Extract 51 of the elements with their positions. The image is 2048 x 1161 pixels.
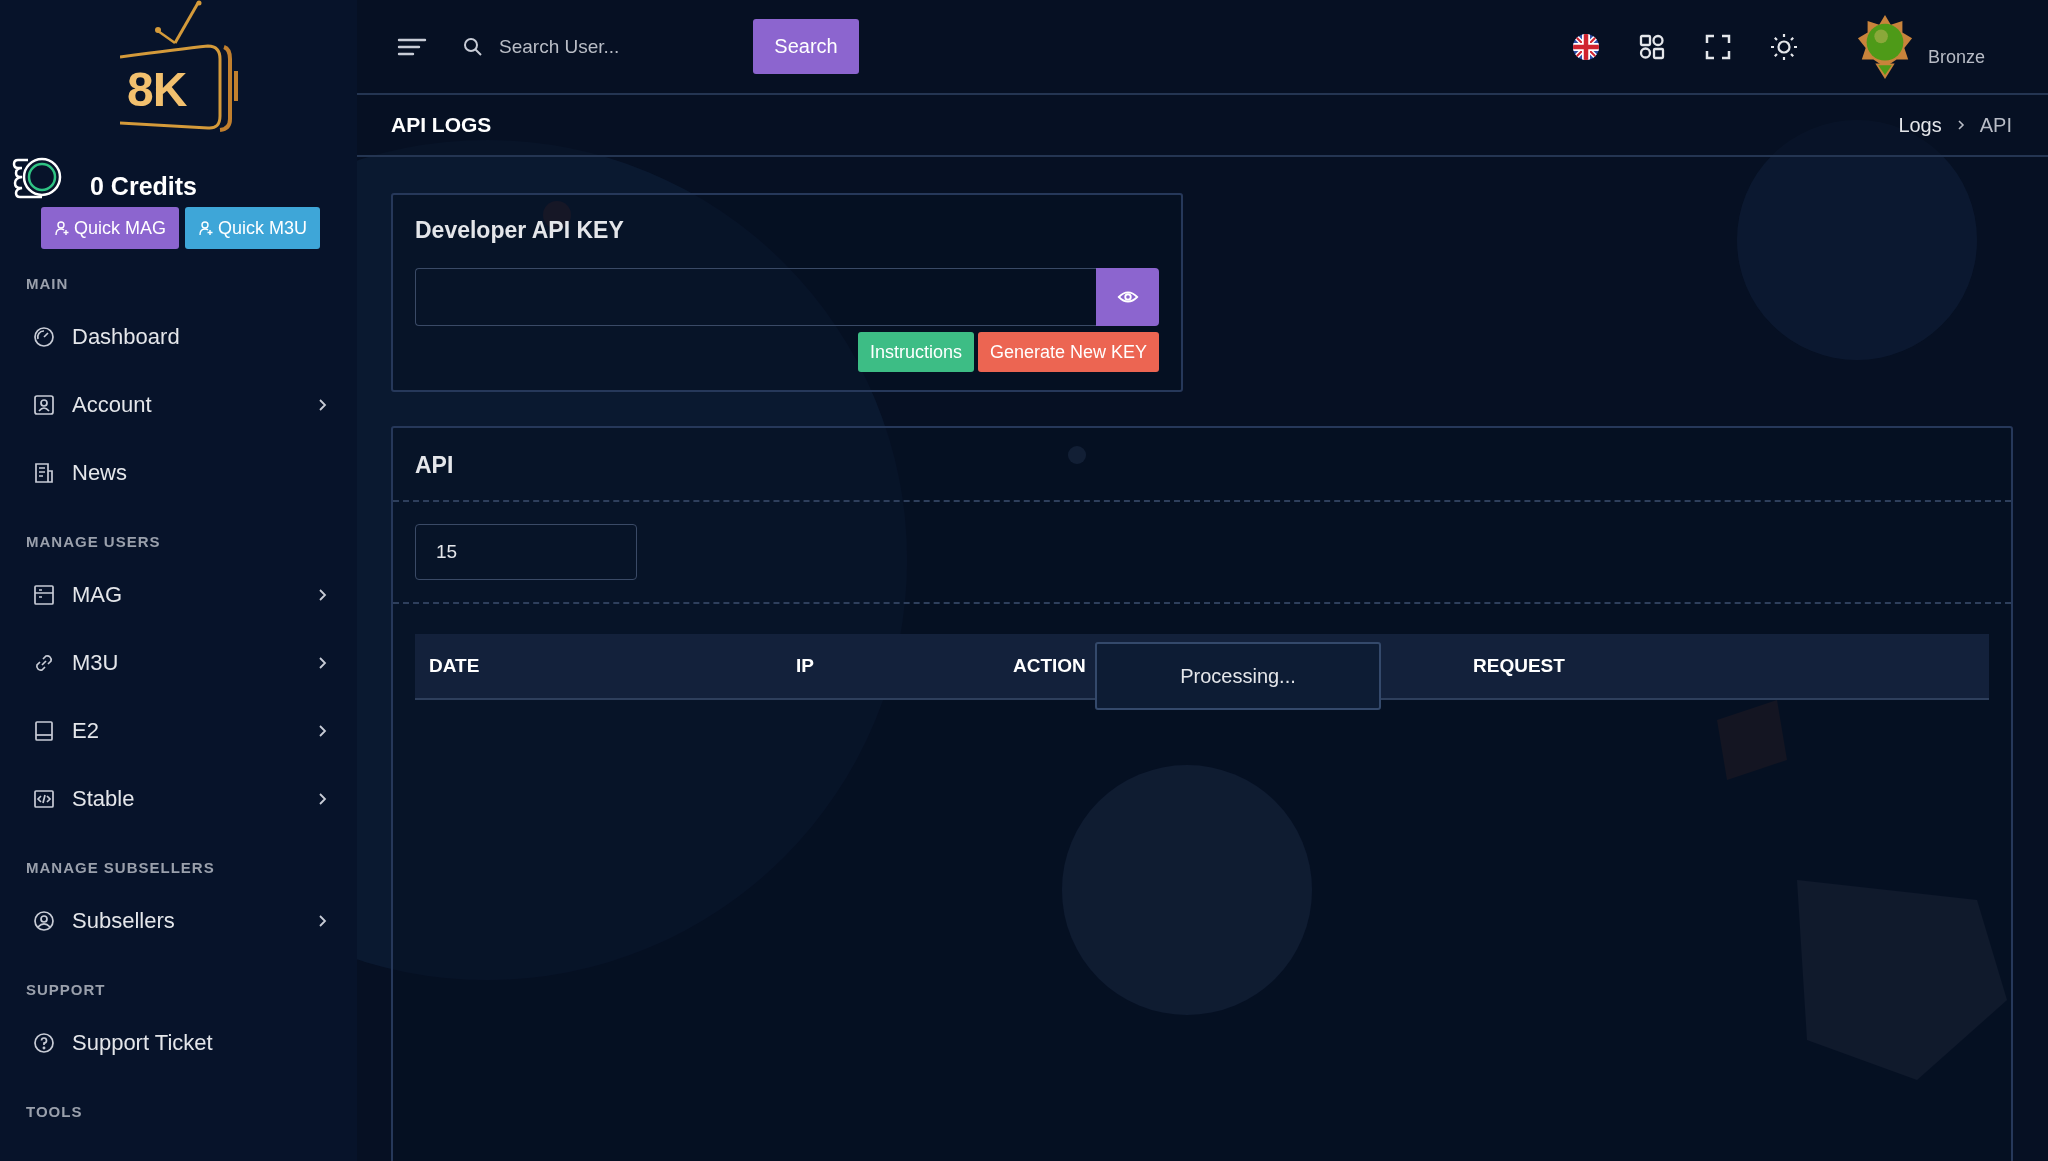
section-heading: TOOLS — [25, 1102, 84, 1122]
sidebar-item[interactable]: Subsellers — [0, 887, 357, 955]
section-heading: MANAGE USERS — [25, 532, 162, 552]
sidebar-item[interactable]: Stable — [0, 765, 357, 833]
sidebar-item[interactable]: Support Ticket — [0, 1009, 357, 1077]
credits-balance: 0 Credits — [90, 172, 197, 201]
column-header[interactable]: REQUEST — [1473, 655, 1565, 676]
menu-icon[interactable] — [397, 36, 427, 57]
column-header[interactable]: IP — [796, 655, 814, 676]
tv-logo-icon — [120, 0, 240, 132]
column-header[interactable]: ACTION — [1013, 655, 1086, 676]
add-user-icon — [198, 220, 214, 236]
sidebar-item[interactable]: MAG — [0, 561, 357, 629]
search-button[interactable]: Search — [753, 19, 859, 74]
section-heading: SUPPORT — [25, 980, 107, 1000]
code-icon — [32, 787, 56, 811]
doc-icon — [32, 461, 56, 485]
sidebar-item[interactable]: M3U — [0, 629, 357, 697]
search-icon — [463, 36, 483, 57]
section-heading: MAIN — [25, 274, 70, 294]
page-title: API LOGS — [391, 113, 492, 137]
monitor-icon — [32, 719, 56, 743]
card-title: API — [414, 451, 455, 480]
coins-icon — [12, 155, 62, 200]
sidebar-item[interactable]: Dashboard — [0, 303, 357, 371]
logo-text: 8K — [127, 62, 187, 117]
column-header[interactable]: DATE — [429, 655, 480, 676]
search-field[interactable]: Search User... — [497, 34, 741, 59]
card-title: Developer API KEY — [415, 217, 625, 244]
flag-icon[interactable] — [1572, 32, 1600, 61]
sidebar-item[interactable]: E2 — [0, 697, 357, 765]
gauge-icon — [32, 325, 56, 349]
show-key-button[interactable] — [1096, 268, 1159, 326]
section-heading: MANAGE SUBSELLERS — [25, 858, 216, 878]
idcard-icon — [32, 393, 56, 417]
add-user-icon — [54, 220, 70, 236]
fullscreen-icon[interactable] — [1704, 32, 1732, 61]
api-key-field[interactable] — [415, 268, 1096, 326]
usercircle-icon — [32, 909, 56, 933]
sidebar-item[interactable]: Account — [0, 371, 357, 439]
question-icon — [32, 1031, 56, 1055]
apps-icon[interactable] — [1638, 32, 1666, 61]
page-size-select[interactable]: 15 — [415, 524, 637, 580]
breadcrumb-current: API — [1979, 113, 2012, 137]
chevron-icon — [1955, 118, 1966, 132]
sidebar-item[interactable]: News — [0, 439, 357, 507]
breadcrumb-link[interactable]: Logs — [1898, 113, 1942, 137]
sun-icon[interactable] — [1770, 32, 1798, 61]
processing-indicator: Processing... — [1095, 642, 1381, 710]
user-rank: Bronze — [1928, 47, 1987, 68]
quick-button[interactable]: Quick MAG — [41, 207, 179, 249]
